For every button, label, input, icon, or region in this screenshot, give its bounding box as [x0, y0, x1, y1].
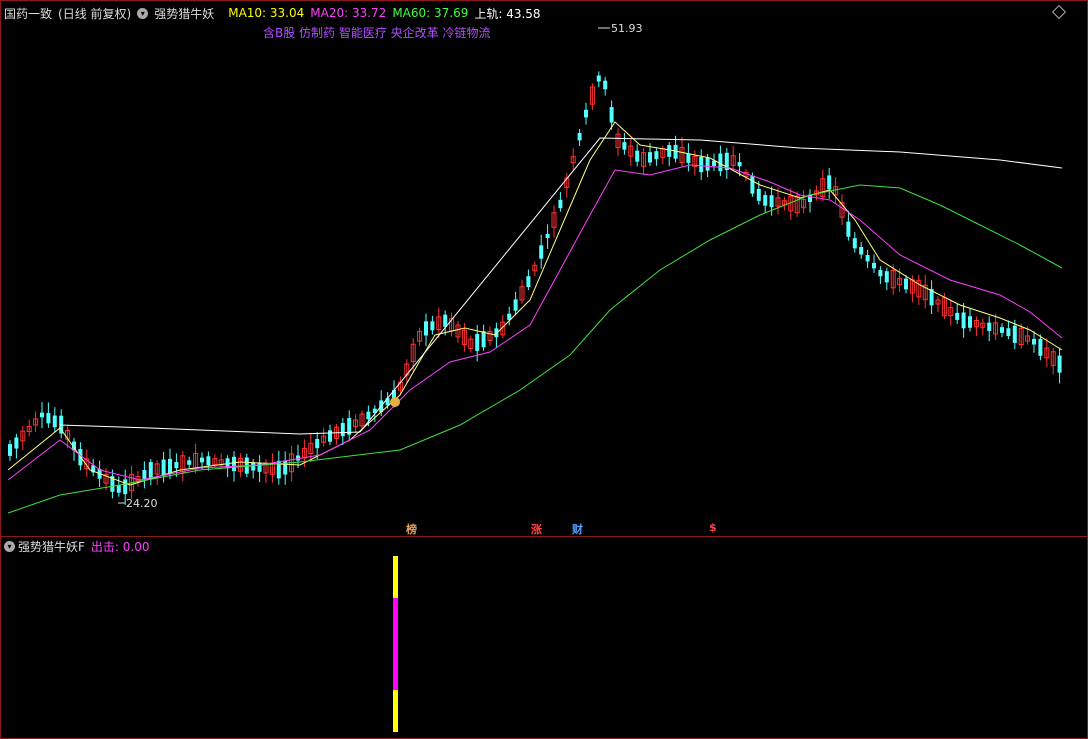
signal-bar-magenta	[393, 598, 398, 690]
signal-bar-yellow-top	[393, 556, 398, 598]
signal-bar-yellow-bottom	[393, 690, 398, 732]
sub-indicator-chart	[393, 556, 398, 732]
